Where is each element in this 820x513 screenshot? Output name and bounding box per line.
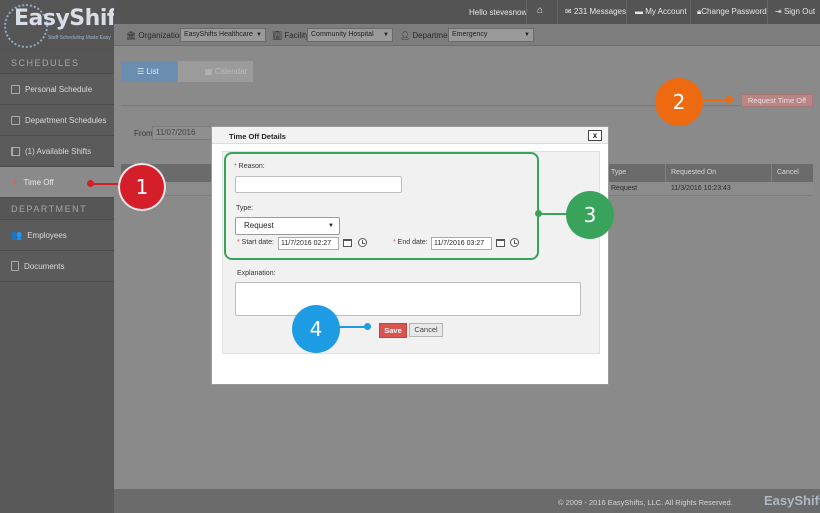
copyright-text: © 2009 - 2016 EasyShifts, LLC. All Right…: [558, 498, 733, 507]
account-icon: ▬: [635, 7, 646, 16]
sidebar-item-label: Time Off: [23, 177, 54, 187]
column-header-requested-on[interactable]: Requested On: [671, 169, 716, 176]
highlight-box-fields: [224, 152, 539, 260]
sidebar-item-label: Department Schedules: [25, 115, 107, 125]
flag-icon: [11, 146, 20, 156]
divider: [767, 0, 768, 24]
plane-icon: ✈: [11, 176, 19, 187]
callout-leader-line: [700, 99, 728, 101]
column-header-cancel[interactable]: Cancel: [777, 169, 799, 176]
building-icon: 🏛︎: [126, 31, 139, 40]
divider: [771, 164, 772, 182]
callout-2: 2: [655, 78, 703, 126]
footer: © 2009 - 2016 EasyShifts, LLC. All Right…: [114, 489, 820, 513]
sidebar-item-label: (1) Available Shifts: [25, 146, 92, 156]
cell-type: Request: [611, 185, 638, 192]
change-password-link[interactable]: 🔒︎Change Password: [697, 7, 767, 17]
divider: [121, 105, 813, 106]
tab-list[interactable]: ☰ List: [121, 61, 177, 82]
logo-tagline: Staff Scheduling Made Easy: [48, 35, 111, 41]
dialog-title-bar: Time Off Details x: [212, 127, 608, 144]
sidebar-item-label: Documents: [24, 261, 65, 271]
tab-calendar-label: Calendar: [214, 67, 248, 76]
calendar-icon: ▦: [205, 67, 215, 76]
cell-requested-on: 11/3/2016 10:23:43: [671, 185, 731, 192]
footer-logo: EasyShifts: [764, 493, 820, 508]
sign-out-label: Sign Out: [783, 7, 816, 16]
close-button[interactable]: x: [588, 130, 602, 141]
organization-label: 🏛︎ Organization:: [126, 31, 186, 40]
from-date-input[interactable]: 11/07/2016: [152, 126, 212, 140]
sidebar-item-label: Personal Schedule: [25, 84, 93, 94]
explanation-label: Explanation:: [237, 270, 276, 277]
organization-select-value: EasyShifts Healthcare: [184, 31, 253, 38]
callout-4: 4: [292, 305, 340, 353]
dialog-title: Time Off Details: [229, 132, 286, 141]
facility-label: 🏢︎ Facility:: [272, 31, 312, 40]
list-icon: ☰: [137, 67, 147, 76]
divider: [526, 0, 527, 24]
chevron-down-icon: ▼: [383, 32, 389, 38]
my-account-link[interactable]: ▬ My Account: [635, 7, 687, 16]
facility-select[interactable]: Community Hospital ▼: [307, 28, 393, 42]
chevron-down-icon: ▼: [256, 32, 262, 38]
callout-3: 3: [566, 191, 614, 239]
messages-label: 231 Messages: [573, 7, 626, 16]
messages-link[interactable]: ✉ 231 Messages: [565, 7, 626, 16]
request-time-off-button[interactable]: Request Time Off: [741, 94, 813, 107]
organization-select[interactable]: EasyShifts Healthcare ▼: [180, 28, 266, 42]
change-password-label: Change Password: [701, 7, 767, 16]
organization-label-text: Organization:: [138, 31, 186, 40]
sidebar-section-schedules: SCHEDULES: [0, 52, 114, 74]
sign-out-link[interactable]: ⇥ Sign Out: [775, 7, 815, 16]
divider: [690, 0, 691, 24]
sidebar: EasyShifts Staff Scheduling Made Easy SC…: [0, 0, 139, 513]
callout-leader-line: [337, 326, 366, 328]
tab-list-label: List: [146, 67, 159, 76]
my-account-label: My Account: [645, 7, 687, 16]
divider: [626, 0, 627, 24]
chevron-down-icon: ▼: [524, 32, 530, 38]
callout-leader-line: [539, 213, 569, 215]
column-header-type[interactable]: Type: [611, 169, 626, 176]
calendar-icon: [11, 84, 20, 94]
divider: [665, 164, 666, 182]
filter-bar: 🏛︎ Organization: EasyShifts Healthcare ▼ …: [114, 24, 820, 46]
document-icon: [11, 261, 19, 271]
sidebar-item-personal-schedule[interactable]: Personal Schedule: [0, 74, 114, 105]
sidebar-section-department: DEPARTMENT: [0, 198, 114, 220]
user-greeting: Hello stevesnow: [469, 8, 528, 17]
explanation-textarea[interactable]: [235, 282, 581, 316]
save-button[interactable]: Save: [379, 323, 407, 338]
home-icon[interactable]: ⌂: [537, 5, 543, 16]
department-select-value: Emergency: [452, 31, 488, 38]
sidebar-item-documents[interactable]: Documents: [0, 251, 114, 282]
divider: [557, 0, 558, 24]
callout-leader-line: [91, 183, 121, 185]
cancel-button[interactable]: Cancel: [409, 323, 443, 337]
facility-select-value: Community Hospital: [311, 31, 374, 38]
calendar-icon: [11, 115, 20, 125]
sign-out-icon: ⇥: [775, 7, 784, 16]
tab-calendar[interactable]: ▦ Calendar: [178, 61, 253, 82]
users-icon: 👤︎: [400, 31, 413, 40]
department-select[interactable]: Emergency ▼: [448, 28, 534, 42]
sidebar-item-available-shifts[interactable]: (1) Available Shifts: [0, 136, 114, 167]
callout-1: 1: [118, 163, 166, 211]
sidebar-item-label: Employees: [27, 230, 67, 240]
users-icon: 👥: [11, 229, 23, 240]
building-icon: 🏢︎: [272, 31, 285, 40]
envelope-icon: ✉: [565, 7, 574, 16]
sidebar-item-employees[interactable]: 👥 Employees: [0, 220, 114, 251]
easyshifts-logo[interactable]: EasyShifts Staff Scheduling Made Easy: [0, 0, 139, 52]
top-nav-bar: Hello stevesnow ⌂ ✉ 231 Messages ▬ My Ac…: [114, 0, 820, 24]
sidebar-item-department-schedules[interactable]: Department Schedules: [0, 105, 114, 136]
